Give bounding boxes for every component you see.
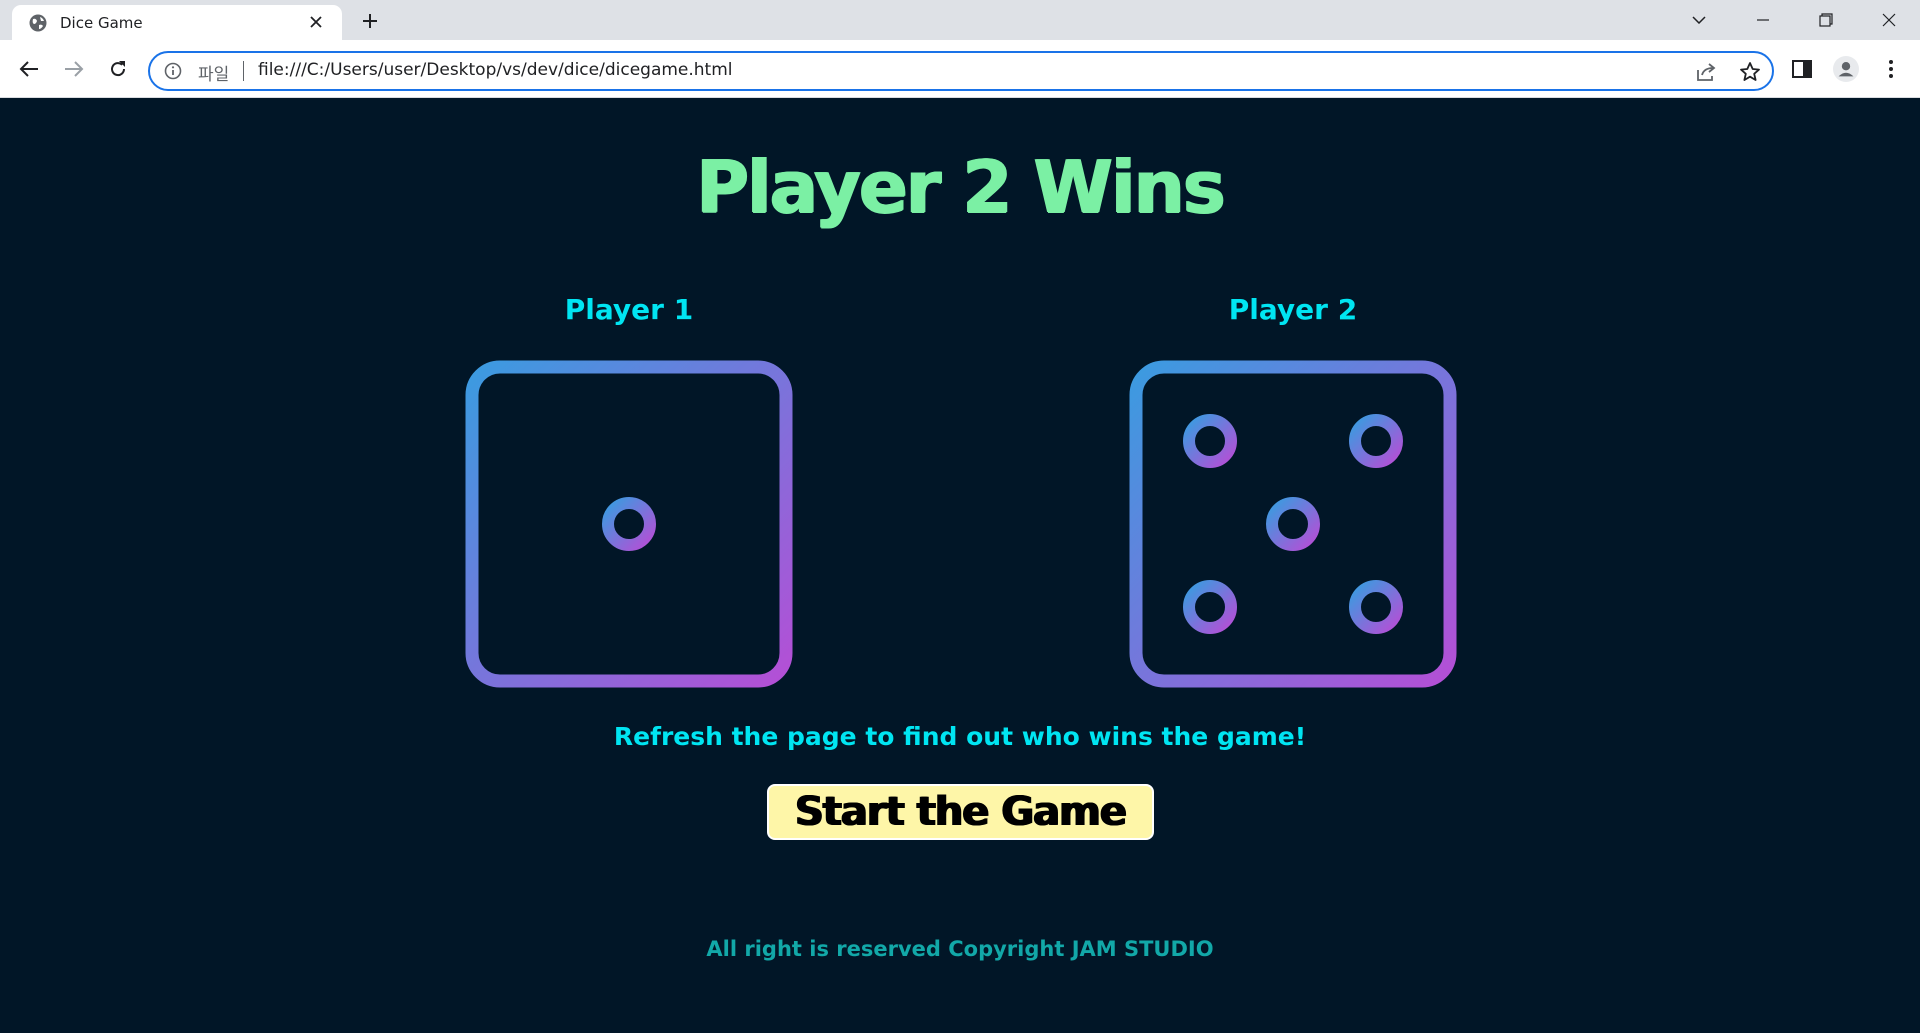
url-separator <box>243 61 244 81</box>
die-pip <box>1266 497 1320 551</box>
tab-dice-game[interactable]: Dice Game <box>12 5 342 40</box>
minimize-icon[interactable] <box>1740 0 1786 40</box>
die-pip <box>1349 580 1403 634</box>
die-pip <box>1183 414 1237 468</box>
start-game-button[interactable]: Start the Game <box>767 784 1154 840</box>
close-window-icon[interactable] <box>1866 0 1912 40</box>
profile-icon[interactable] <box>1833 56 1859 82</box>
restore-icon[interactable] <box>1803 0 1849 40</box>
url-text[interactable]: file:///C:/Users/user/Desktop/vs/dev/dic… <box>258 60 733 80</box>
tab-title: Dice Game <box>60 14 143 32</box>
more-vert-icon[interactable] <box>1878 56 1904 82</box>
die-pip <box>1349 414 1403 468</box>
reload-icon[interactable] <box>103 54 133 84</box>
forward-icon[interactable] <box>59 54 89 84</box>
die-pip <box>602 497 656 551</box>
share-icon[interactable] <box>1694 60 1718 84</box>
player-2-label: Player 2 <box>1228 293 1358 326</box>
back-icon[interactable] <box>14 54 44 84</box>
url-scheme-label: 파일 <box>198 65 230 85</box>
die-pip <box>1183 580 1237 634</box>
globe-icon <box>29 14 47 32</box>
dice-game-page: Player 2 Wins Player 1 Player 2 Refresh … <box>0 99 1920 1033</box>
footer-copyright: All right is reserved Copyright JAM STUD… <box>706 937 1214 961</box>
refresh-hint: Refresh the page to find out who wins th… <box>613 722 1307 751</box>
page-title: Player 2 Wins <box>696 145 1226 229</box>
info-icon[interactable] <box>164 62 182 80</box>
browser-toolbar: 파일 file:///C:/Users/user/Desktop/vs/dev/… <box>0 40 1920 98</box>
plus-icon[interactable] <box>358 9 382 33</box>
player-1-die <box>465 360 793 688</box>
side-panel-icon[interactable] <box>1789 56 1815 82</box>
address-bar[interactable]: 파일 file:///C:/Users/user/Desktop/vs/dev/… <box>148 51 1774 91</box>
close-icon[interactable] <box>305 11 327 33</box>
chevron-down-icon[interactable] <box>1676 0 1722 40</box>
player-1-label: Player 1 <box>564 293 694 326</box>
player-2-die <box>1129 360 1457 688</box>
star-icon[interactable] <box>1738 60 1762 84</box>
tab-strip: Dice Game <box>0 0 1920 40</box>
